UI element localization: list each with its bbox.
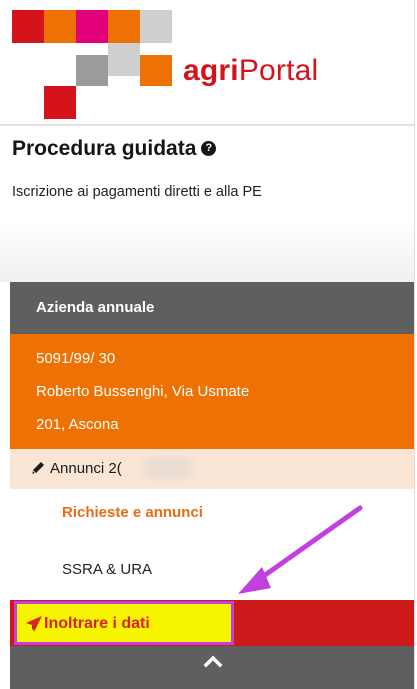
- page-subtitle: Iscrizione ai pagamenti diretti e alla P…: [12, 184, 262, 200]
- page-title: Procedura guidata?: [12, 137, 217, 161]
- logo-square: [12, 10, 44, 43]
- farm-info[interactable]: 5091/99/ 30 Roberto Bussenghi, Via Usmat…: [10, 334, 414, 449]
- redacted-year: [145, 458, 191, 478]
- farm-address-line1: Roberto Bussenghi, Via Usmate: [36, 383, 250, 400]
- sidebar-header-label: Azienda annuale: [36, 299, 155, 316]
- pencil-icon: [32, 462, 44, 474]
- submit-data-label: Inoltrare i dati: [44, 615, 150, 632]
- app-frame: agriPortal Procedura guidata? Iscrizione…: [0, 0, 415, 689]
- sidebar-item-label: Richieste e annunci: [62, 504, 203, 521]
- logo-square: [140, 10, 172, 43]
- header-divider: [0, 124, 414, 126]
- logo-square: [140, 55, 172, 86]
- agriportal-logo[interactable]: agriPortal: [0, 0, 414, 125]
- logo-square: [108, 43, 140, 76]
- submit-data-button[interactable]: Inoltrare i dati: [14, 601, 234, 645]
- question-circle-icon[interactable]: ?: [201, 141, 217, 156]
- logo-square: [108, 10, 140, 43]
- logo-square: [44, 86, 76, 119]
- wizard-sidebar: Azienda annuale 5091/99/ 30 Roberto Buss…: [10, 282, 414, 689]
- sidebar-section-label: Annunci 2(: [50, 460, 122, 477]
- paper-plane-icon: [26, 616, 42, 632]
- logo-square: [44, 10, 76, 43]
- farm-address-line2: 201, Ascona: [36, 416, 119, 433]
- sidebar-header: Azienda annuale: [10, 282, 414, 334]
- farm-id: 5091/99/ 30: [36, 350, 116, 367]
- sidebar-item-richieste[interactable]: Richieste e annunci: [10, 489, 414, 537]
- sidebar-section-annunci[interactable]: Annunci 2(: [10, 449, 414, 489]
- chevron-up-icon: [203, 655, 223, 668]
- page-title-text: Procedura guidata: [12, 137, 197, 160]
- sidebar-item-label: SSRA & URA: [62, 561, 153, 578]
- content-background: [0, 222, 414, 282]
- brand-name: agriPortal: [183, 54, 319, 87]
- logo-square: [76, 10, 108, 43]
- collapse-button[interactable]: [10, 646, 414, 689]
- sidebar-item-ssra[interactable]: SSRA & URA: [10, 537, 414, 600]
- logo-square: [76, 55, 108, 86]
